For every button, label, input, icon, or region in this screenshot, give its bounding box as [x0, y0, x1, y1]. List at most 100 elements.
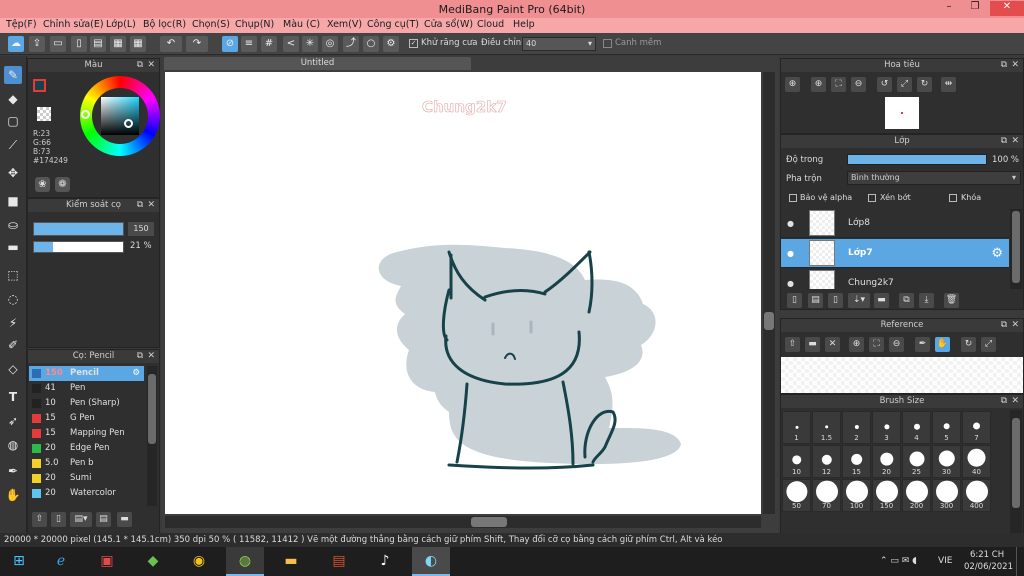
scroll-thumb[interactable] — [1012, 418, 1020, 508]
close-button[interactable]: ✕ — [990, 1, 1024, 16]
menu-help[interactable]: Help — [513, 19, 535, 30]
menu-window[interactable]: Cửa sổ(W) — [424, 19, 473, 30]
brush-item[interactable]: 20 Sumi — [29, 471, 144, 486]
menu-filter[interactable]: Bộ lọc(R) — [143, 19, 186, 30]
parallel-snap-icon[interactable]: ≡ — [241, 36, 257, 52]
magic-wand-icon[interactable]: ⚡ — [4, 314, 22, 332]
layer-menu-icon[interactable]: ⇣▾ — [848, 293, 870, 308]
flip-icon[interactable]: ⇹ — [941, 77, 956, 92]
close-icon[interactable]: ✕ — [1011, 135, 1019, 148]
menu-tools[interactable]: Công cụ(T) — [367, 19, 419, 30]
select-rect-icon[interactable]: ⬚ — [4, 266, 22, 284]
brush-size-cell[interactable]: 7 — [962, 411, 991, 444]
brush-size-cell[interactable]: 3 — [872, 411, 901, 444]
menu-capture[interactable]: Chụp(N) — [235, 19, 274, 30]
zoom-in-2-icon[interactable]: ⊕ — [811, 77, 826, 92]
page-icon[interactable]: ▯ — [71, 36, 87, 52]
menu-cloud[interactable]: Cloud — [477, 19, 504, 30]
menu-view[interactable]: Xem(V) — [327, 19, 362, 30]
reference-view[interactable] — [781, 357, 1023, 393]
new-8bit-layer-icon[interactable]: ▯ — [828, 293, 843, 308]
new-layer-icon[interactable]: ▯ — [787, 293, 802, 308]
brush-size-cell[interactable]: 10 — [782, 445, 811, 478]
maximize-button[interactable]: ❐ — [964, 1, 986, 16]
bucket-tool-icon[interactable]: ⛀ — [4, 216, 22, 234]
brush-item[interactable]: 5.0 Pen b — [29, 456, 144, 471]
fill-rect-tool-icon[interactable]: ■ — [4, 192, 22, 210]
popout-icon[interactable]: ⧉ — [137, 350, 143, 363]
close-icon[interactable]: ✕ — [1011, 319, 1019, 332]
close-icon[interactable]: ✕ — [1011, 59, 1019, 72]
brush-add-icon[interactable]: ⇧ — [32, 512, 47, 527]
blur-tool-icon[interactable]: ◍ — [4, 436, 22, 454]
fit-screen-icon[interactable]: ⛶ — [831, 77, 846, 92]
upload-icon[interactable]: ⇧ — [785, 337, 800, 352]
text-tool-icon[interactable]: T — [4, 388, 22, 406]
fit-icon[interactable]: ⤢ — [981, 337, 996, 352]
brush-size-cell[interactable]: 1.5 — [812, 411, 841, 444]
smooth-checkbox[interactable] — [603, 39, 612, 48]
brush-copy-icon[interactable]: ▯ — [51, 512, 66, 527]
new-halftone-layer-icon[interactable]: ▤ — [808, 293, 823, 308]
brush-size-cell[interactable]: 50 — [782, 479, 811, 512]
color-set-icon[interactable]: ❁ — [55, 177, 70, 192]
drawing-canvas[interactable]: Chung2k7 — [165, 72, 761, 514]
rectangle-tool-icon[interactable]: ▢ — [4, 112, 22, 130]
brush-list-scrollbar[interactable] — [147, 366, 157, 506]
clipping-checkbox[interactable] — [868, 194, 876, 202]
saturation-square[interactable] — [101, 97, 139, 135]
brush-size-cell[interactable]: 40 — [962, 445, 991, 478]
fit-icon[interactable]: ⤢ — [897, 77, 912, 92]
app-green-icon[interactable]: ◍ — [226, 547, 264, 576]
brush-settings-icon[interactable]: ⚙ — [132, 366, 140, 381]
brush-opacity-slider[interactable] — [33, 241, 124, 253]
visibility-eye-icon[interactable]: ● — [787, 209, 794, 238]
brush-item[interactable]: 150 Pencil ⚙ — [29, 366, 144, 381]
close-icon[interactable]: ✕ — [1011, 395, 1019, 408]
lock-checkbox[interactable] — [949, 194, 957, 202]
cloud-icon[interactable]: ☁ — [8, 36, 24, 52]
hand-icon[interactable]: ✋ — [935, 337, 950, 352]
rotate-right-icon[interactable]: ↻ — [917, 77, 932, 92]
bluestacks-icon[interactable]: ◆ — [134, 547, 172, 576]
eraser-tool-icon[interactable]: ◆ — [4, 90, 22, 108]
brush-item[interactable]: 15 Mapping Pen — [29, 426, 144, 441]
eyedropper-icon[interactable]: ✒ — [4, 462, 22, 480]
close-icon[interactable]: ✕ — [147, 350, 155, 363]
scroll-thumb[interactable] — [471, 517, 507, 527]
canvas-vertical-scrollbar[interactable] — [763, 72, 775, 514]
brush-size-cell[interactable]: 2 — [842, 411, 871, 444]
minimize-button[interactable]: – — [938, 1, 960, 16]
select-pen-icon[interactable]: ✐ — [4, 336, 22, 354]
file-explorer-icon[interactable]: ▬ — [272, 547, 310, 576]
brush-item[interactable]: 20 Edge Pen — [29, 441, 144, 456]
concentric-snap-icon[interactable]: ◎ — [322, 36, 338, 52]
internet-explorer-icon[interactable]: ℯ — [42, 547, 80, 576]
layer-settings-icon[interactable]: ⚙ — [991, 239, 1003, 268]
popout-icon[interactable]: ⧉ — [1001, 395, 1007, 408]
cross-snap-icon[interactable]: # — [261, 36, 277, 52]
brush-size-cell[interactable]: 4 — [902, 411, 931, 444]
brush-size-cell[interactable]: 1 — [782, 411, 811, 444]
brush-size-cell[interactable]: 400 — [962, 479, 991, 512]
zoom-out-icon[interactable]: ⊖ — [889, 337, 904, 352]
undo-icon[interactable]: ↶ — [160, 36, 182, 52]
brush-size-cell[interactable]: 200 — [902, 479, 931, 512]
brush-size-cell[interactable]: 20 — [872, 445, 901, 478]
move-tool-icon[interactable]: ✥ — [4, 164, 22, 182]
navigator-preview[interactable] — [885, 97, 919, 129]
clock-date[interactable]: 02/06/2021 — [964, 562, 1013, 572]
lasso-tool-icon[interactable]: ◌ — [4, 290, 22, 308]
duplicate-layer-icon[interactable]: ⧉ — [899, 293, 914, 308]
circle-snap-icon[interactable]: ○ — [363, 36, 379, 52]
gradient-tool-icon[interactable]: ▬ — [4, 238, 22, 256]
brush-size-cell[interactable]: 30 — [932, 445, 961, 478]
brush-size-slider[interactable] — [33, 222, 124, 236]
close-icon[interactable]: ✕ — [147, 59, 155, 72]
settings-gear-icon[interactable]: ⚙ — [383, 36, 399, 52]
brush-folder-icon[interactable]: ▬ — [117, 512, 132, 527]
radial-snap-icon[interactable]: ✳ — [302, 36, 318, 52]
curve-snap-icon[interactable]: ⤴ — [343, 36, 359, 52]
document-icon[interactable]: ▤ — [90, 36, 106, 52]
redo-icon[interactable]: ↷ — [186, 36, 208, 52]
